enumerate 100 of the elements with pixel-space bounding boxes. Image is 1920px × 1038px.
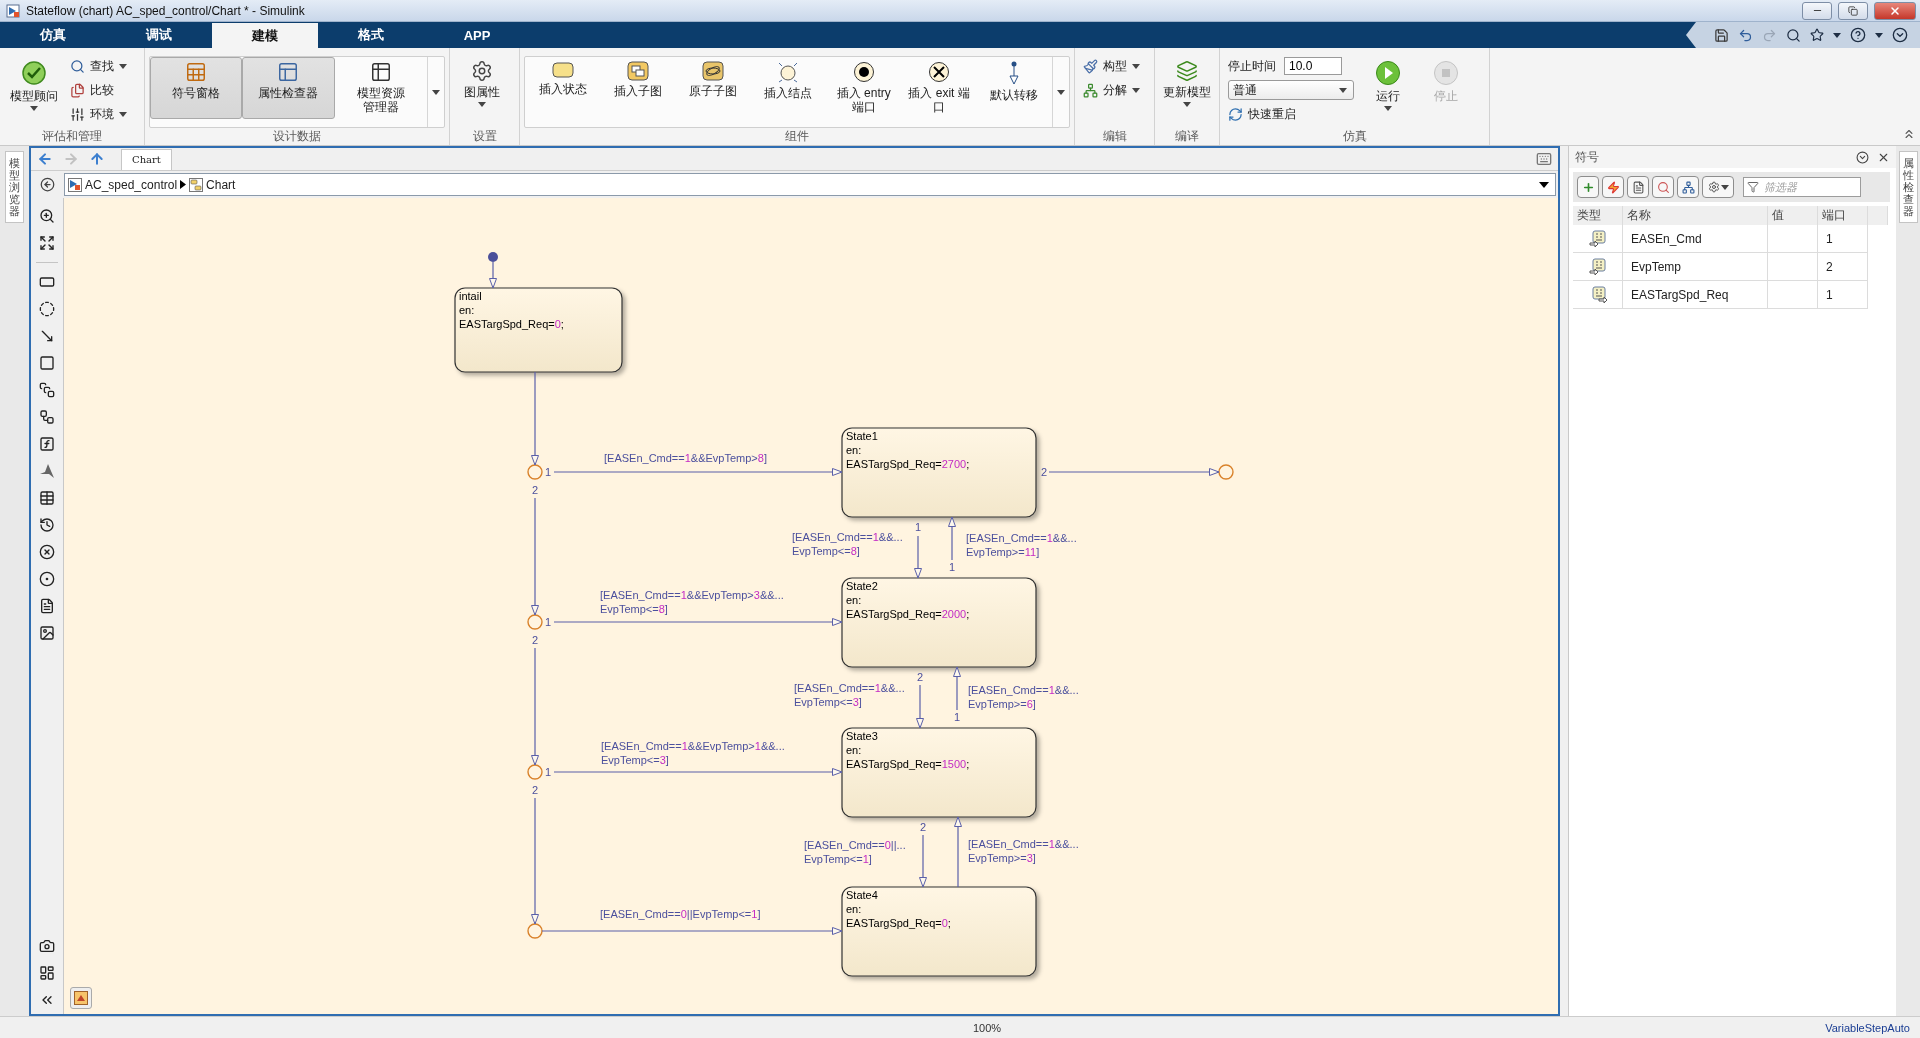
toolstrip-button[interactable]: 构型 xyxy=(1083,56,1140,76)
dashboard-icon[interactable] xyxy=(39,965,55,981)
junction[interactable] xyxy=(527,464,543,480)
toolstrip-button[interactable]: 运行 xyxy=(1360,56,1416,118)
transition-arrow[interactable] xyxy=(919,834,927,888)
caret-icon[interactable] xyxy=(119,111,127,117)
help-icon[interactable] xyxy=(1850,27,1866,43)
breadcrumb-link[interactable]: AC_sped_control xyxy=(85,177,178,192)
side-tab[interactable]: 属性检查器 xyxy=(1899,151,1918,224)
ribbon-tab[interactable]: 建模 xyxy=(212,23,318,48)
caret-icon[interactable] xyxy=(1132,63,1140,69)
toolstrip-button[interactable]: 插入状态 xyxy=(525,57,601,119)
state-box[interactable] xyxy=(454,287,623,373)
toolstrip-button[interactable]: 快速重启 xyxy=(1228,104,1354,124)
save-icon[interactable] xyxy=(1714,27,1729,43)
caret-icon[interactable] xyxy=(1720,184,1729,190)
undo-icon[interactable] xyxy=(1738,27,1753,43)
toolstrip-button[interactable]: 原子子图 xyxy=(675,57,751,119)
toolstrip-button[interactable]: 插入 entry 端口 xyxy=(826,57,902,119)
column-header[interactable]: 名称 xyxy=(1623,206,1768,225)
transition-label[interactable]: [EASEn_Cmd==1&&EvpTemp>1&&... EvpTemp<=3] xyxy=(601,740,785,766)
toolstrip-button[interactable]: 比较 xyxy=(70,80,127,100)
toolstrip-button[interactable]: 模型资源 管理器 xyxy=(334,57,427,119)
peak-icon[interactable] xyxy=(39,463,55,479)
column-header[interactable]: 值 xyxy=(1768,206,1818,225)
canvas-button[interactable] xyxy=(70,987,92,1009)
minimize-button[interactable] xyxy=(1802,1,1832,20)
search-icon[interactable] xyxy=(1786,27,1801,43)
toolstrip-button[interactable]: 查找 xyxy=(70,56,127,76)
breadcrumb-link[interactable]: Chart xyxy=(206,177,236,192)
caret-icon[interactable] xyxy=(1339,87,1347,93)
camera-icon[interactable] xyxy=(39,938,55,954)
toolstrip-button[interactable]: 插入 exit 端 口 xyxy=(901,57,977,119)
table-icon[interactable] xyxy=(39,490,55,506)
column-header[interactable]: 类型 xyxy=(1573,206,1623,225)
transition-label[interactable]: [EASEn_Cmd==1&&... EvpTemp>=6] xyxy=(968,684,1079,710)
function-icon[interactable] xyxy=(39,436,55,452)
transition-label[interactable]: [EASEn_Cmd==1&&... EvpTemp<=8] xyxy=(792,531,903,557)
transition-label[interactable]: [EASEn_Cmd==1&&... EvpTemp>=3] xyxy=(968,838,1079,864)
transition-arrow[interactable] xyxy=(953,666,961,711)
toolstrip-button[interactable]: 符号窗格 xyxy=(150,57,243,119)
toolstrip-button[interactable]: 默认转移 xyxy=(976,57,1052,119)
transition-arrow[interactable] xyxy=(916,684,924,729)
caret-icon[interactable] xyxy=(1183,102,1191,107)
caret-icon[interactable] xyxy=(1056,89,1065,95)
transition-label[interactable]: [EASEn_Cmd==1&&... EvpTemp>=11] xyxy=(966,532,1077,558)
ribbon-tab[interactable]: 格式 xyxy=(318,22,424,48)
toolstrip-button[interactable]: 更新模型 xyxy=(1159,56,1215,118)
transition-arrow[interactable] xyxy=(948,516,956,561)
mode-dropdown[interactable]: 普通 xyxy=(1228,80,1354,100)
hierarchy-button[interactable] xyxy=(1677,176,1699,198)
restore-button[interactable] xyxy=(1838,1,1868,20)
toolstrip-button[interactable]: 插入结点 xyxy=(750,57,827,119)
transition-label[interactable]: [EASEn_Cmd==1&&... EvpTemp<=3] xyxy=(794,682,905,708)
image-icon[interactable] xyxy=(39,625,55,641)
rounded-rectangle-icon[interactable] xyxy=(39,274,55,290)
settings-button[interactable] xyxy=(1702,176,1734,198)
ribbon-tab[interactable]: APP xyxy=(424,22,530,48)
back-icon[interactable] xyxy=(37,151,53,167)
fit-view-icon[interactable] xyxy=(39,235,55,251)
caret-icon[interactable] xyxy=(478,102,486,107)
collapse-toolstrip-icon[interactable] xyxy=(1902,127,1916,141)
zoom-in-icon[interactable] xyxy=(39,208,55,224)
dropdown-icon[interactable] xyxy=(1539,181,1549,188)
add-data-button[interactable] xyxy=(1577,176,1599,198)
close-button[interactable] xyxy=(1874,1,1916,20)
junction[interactable] xyxy=(1218,464,1234,480)
back-circle-icon[interactable] xyxy=(40,177,55,192)
transition-arrow[interactable] xyxy=(531,647,539,766)
up-icon[interactable] xyxy=(89,151,105,167)
toolstrip-button[interactable]: 分解 xyxy=(1083,80,1140,100)
add-message-button[interactable] xyxy=(1627,176,1649,198)
arrow-icon[interactable] xyxy=(39,328,55,344)
transition-label[interactable]: [EASEn_Cmd==1&&EvpTemp>8] xyxy=(604,452,767,464)
state-box[interactable] xyxy=(841,427,1037,518)
state-box[interactable] xyxy=(841,577,1037,668)
transition-arrow[interactable] xyxy=(531,497,539,616)
transition-arrow[interactable] xyxy=(531,371,539,466)
caret-icon[interactable] xyxy=(1132,87,1140,93)
history-icon[interactable] xyxy=(39,517,55,533)
junction[interactable] xyxy=(527,923,543,939)
stacked-squares-icon[interactable] xyxy=(39,382,55,398)
toolstrip-button[interactable]: 模型顾问 xyxy=(4,56,64,118)
transition-arrow[interactable] xyxy=(954,816,962,888)
stop-time-field[interactable]: 10.0 xyxy=(1284,57,1342,75)
ribbon-tab[interactable]: 调试 xyxy=(106,22,212,48)
ribbon-tab[interactable]: 仿真 xyxy=(0,22,106,48)
default-transition-arrow[interactable] xyxy=(488,252,498,289)
transition-label[interactable]: [EASEn_Cmd==1&&EvpTemp>3&&... EvpTemp<=8] xyxy=(600,589,784,615)
transition-label[interactable]: [EASEn_Cmd==0||EvpTemp<=1] xyxy=(600,908,761,920)
star-icon[interactable] xyxy=(1810,28,1824,42)
filter-field[interactable]: 筛选器 xyxy=(1743,177,1861,197)
toolstrip-button[interactable]: 环境 xyxy=(70,104,127,124)
dashed-circle-icon[interactable] xyxy=(39,301,55,317)
caret-icon[interactable] xyxy=(432,89,440,95)
workflow-icon[interactable] xyxy=(39,409,55,425)
junction[interactable] xyxy=(527,614,543,630)
square-icon[interactable] xyxy=(39,355,55,371)
collapse-icon[interactable] xyxy=(1892,27,1908,43)
caret-icon[interactable] xyxy=(1875,32,1883,38)
